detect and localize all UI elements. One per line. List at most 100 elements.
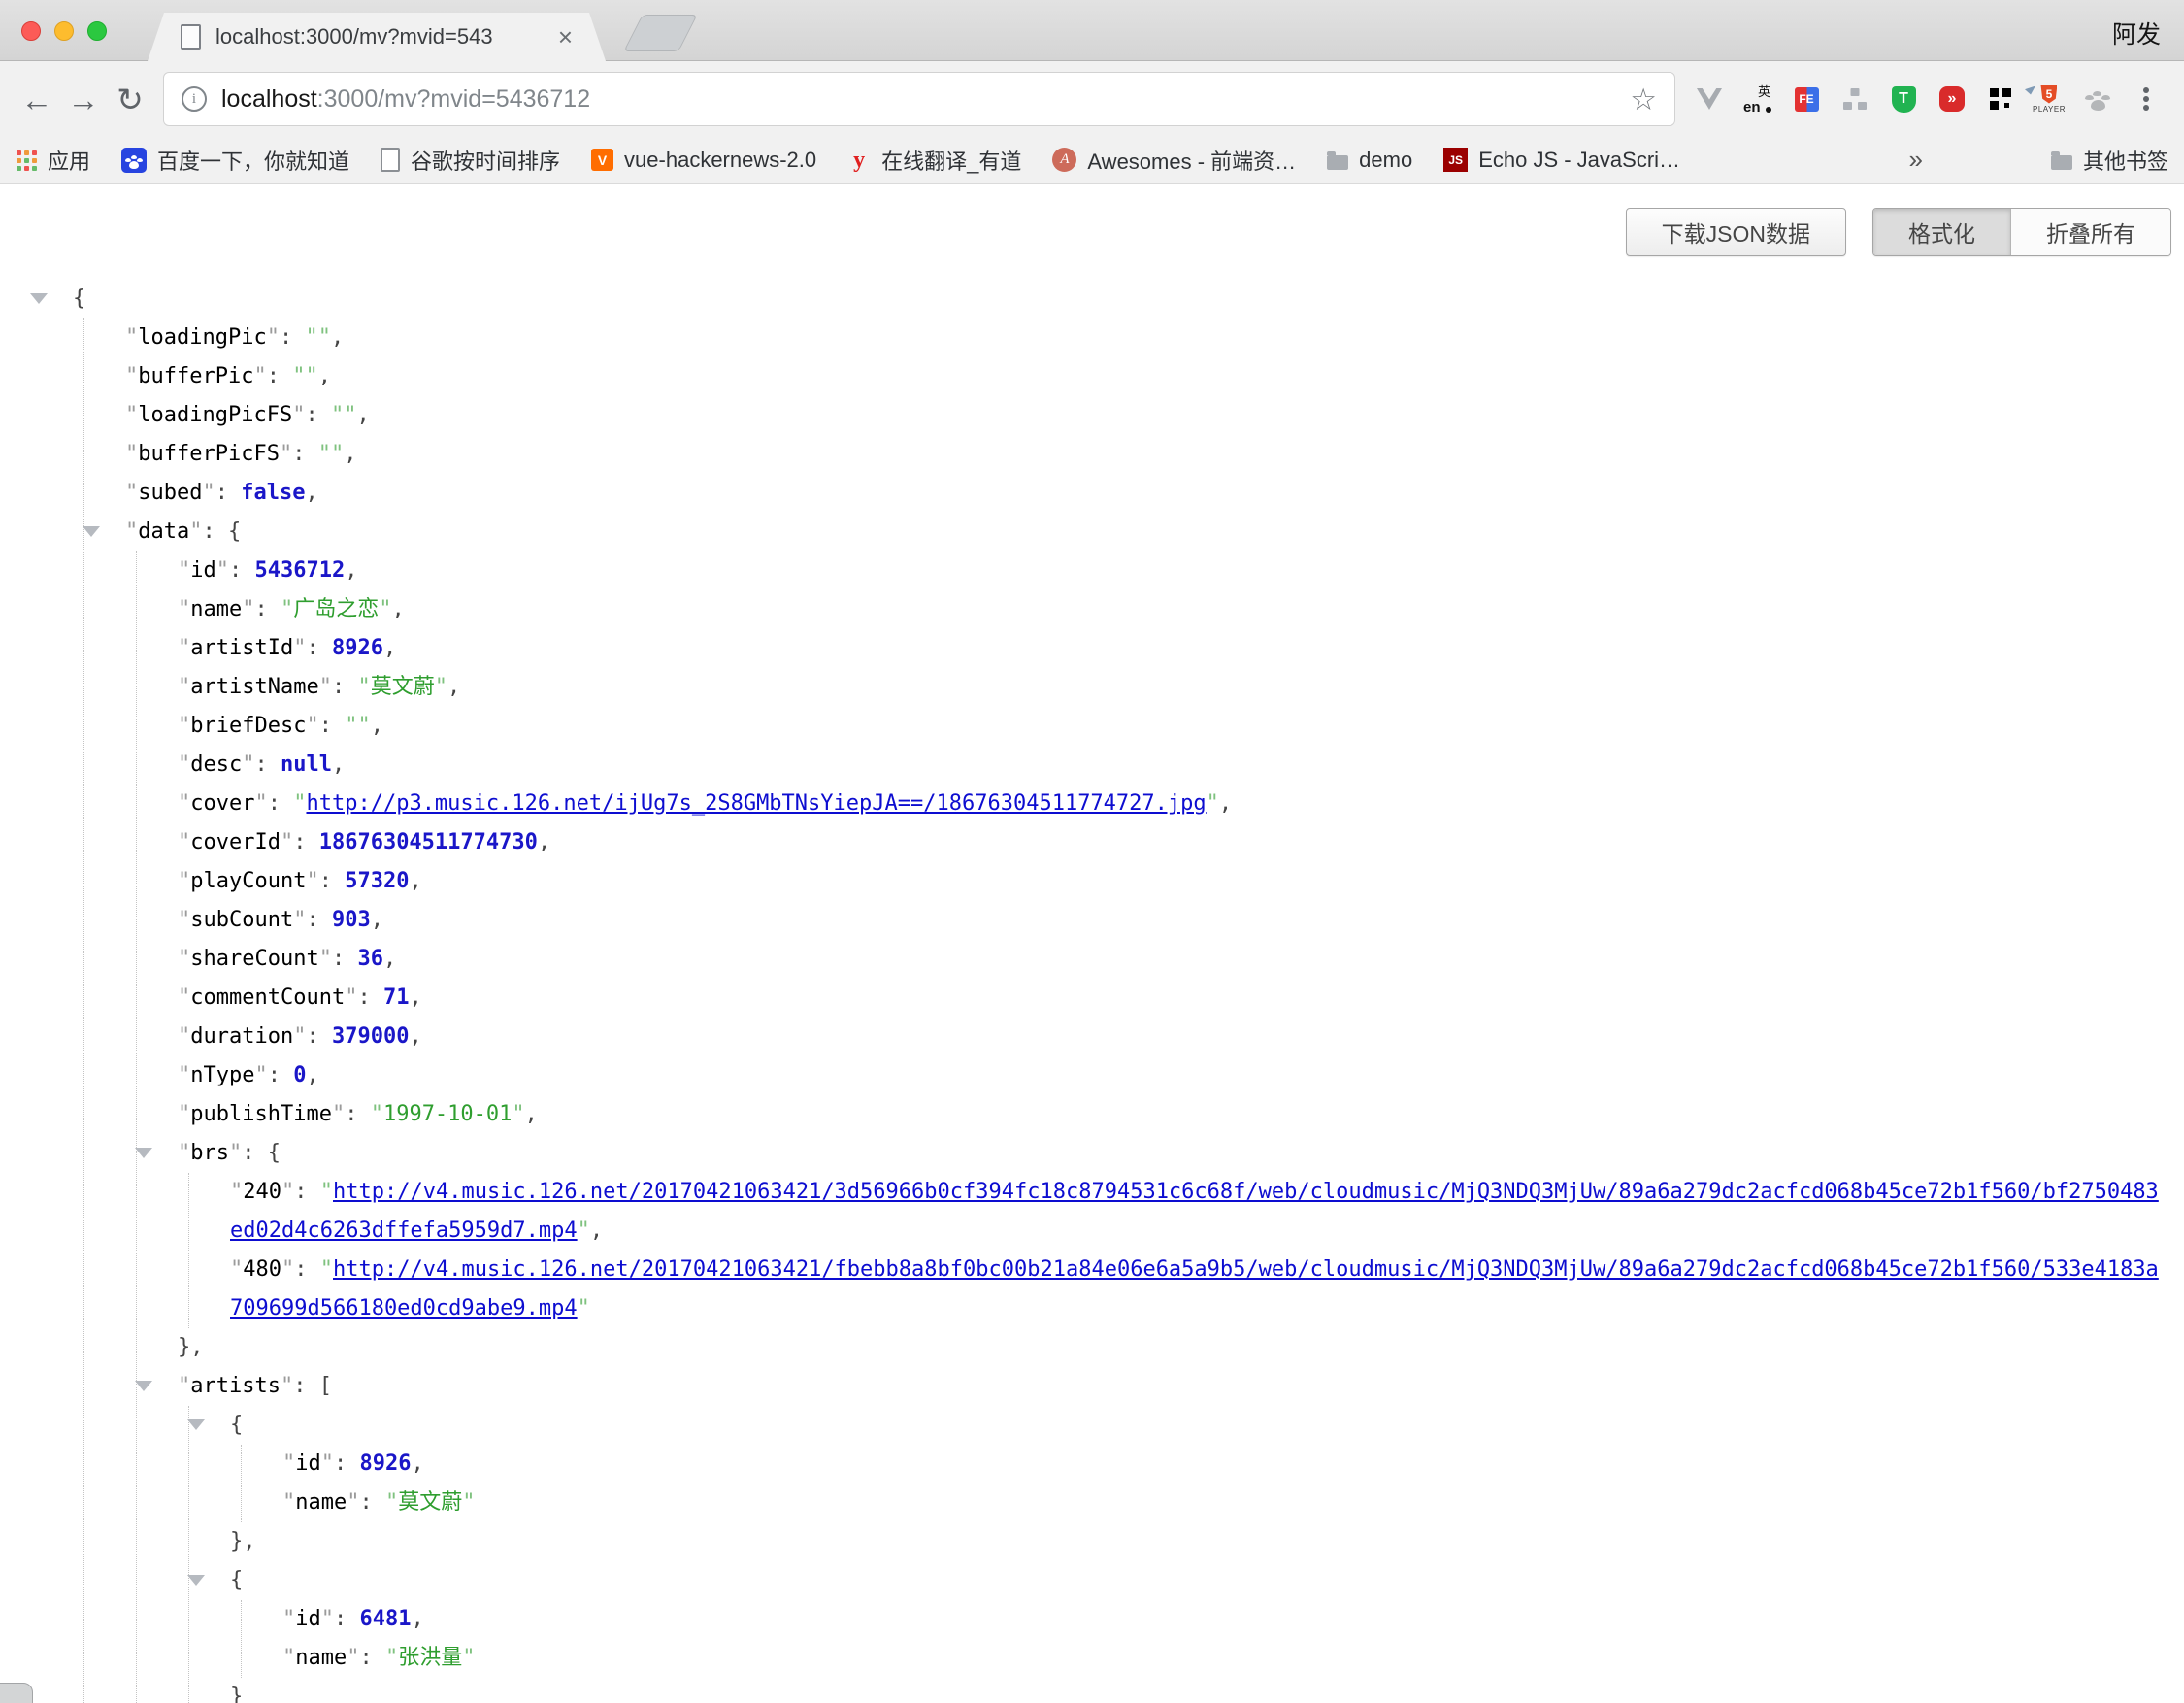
json-punctuation: :	[332, 947, 358, 971]
forward-button[interactable]: →	[60, 83, 107, 116]
bookmark-apps[interactable]: 应用	[16, 145, 90, 176]
zoom-window-button[interactable]	[87, 21, 107, 41]
collapse-toggle-icon[interactable]	[83, 526, 100, 537]
title-bar: localhost:3000/mv?mvid=543 × 阿发	[0, 0, 2184, 61]
json-punctuation: :	[202, 519, 228, 544]
bookmark-baidu[interactable]: 百度一下，你就知道	[121, 145, 349, 176]
json-punctuation: ,	[409, 985, 421, 1010]
json-punctuation: :	[359, 1490, 385, 1515]
back-button[interactable]: ←	[14, 83, 60, 116]
extension-translate-icon[interactable]: en英	[1734, 75, 1782, 123]
json-number-value: 18676304511774730	[319, 830, 538, 854]
json-punctuation: :	[242, 1141, 268, 1165]
bookmark-youdao-translate[interactable]: y在线翻译_有道	[847, 145, 1021, 176]
json-punctuation: ,	[331, 325, 344, 350]
json-line: "id": 8926,	[282, 1445, 2184, 1484]
extension-fe-icon[interactable]: FE	[1782, 75, 1831, 123]
bookmark-awesomes[interactable]: AAwesomes - 前端资…	[1052, 145, 1296, 176]
tshield-icon: T	[1892, 86, 1916, 113]
json-quote: "	[305, 364, 317, 388]
json-key: playCount	[190, 869, 306, 893]
tab-close-icon[interactable]: ×	[558, 24, 573, 50]
browser-tab[interactable]: localhost:3000/mv?mvid=543 ×	[148, 13, 606, 61]
page-info-icon[interactable]: i	[182, 86, 207, 112]
collapse-toggle-icon[interactable]	[187, 1419, 205, 1430]
profile-name[interactable]: 阿发	[2112, 16, 2161, 50]
json-link[interactable]: http://v4.music.126.net/20170421063421/3…	[230, 1180, 2159, 1243]
json-number-value: 6481	[360, 1607, 412, 1631]
json-punctuation: ,	[409, 869, 421, 893]
json-key: loadingPicFS	[138, 403, 292, 427]
json-link[interactable]: http://v4.music.126.net/20170421063421/f…	[230, 1257, 2159, 1320]
download-json-button[interactable]: 下载JSON数据	[1626, 208, 1846, 256]
bookmarks-overflow-chevron-icon[interactable]: »	[1898, 145, 1935, 175]
json-children: "id": 5436712,"name": "广岛之恋","artistId":…	[136, 551, 2184, 1703]
format-button[interactable]: 格式化	[1873, 209, 2010, 255]
json-key: desc	[190, 752, 242, 777]
json-children: "240": "http://v4.music.126.net/20170421…	[188, 1173, 2184, 1328]
json-line: "artists": [	[178, 1367, 2184, 1406]
json-quote: "	[512, 1102, 524, 1126]
extension-sitemap-icon[interactable]	[1831, 75, 1879, 123]
extension-h5-player-icon[interactable]: 5PLAYER	[2025, 75, 2073, 123]
json-key: artists	[190, 1374, 281, 1398]
json-punctuation: :	[215, 481, 242, 505]
json-quote: "	[281, 597, 293, 621]
bookmark-echo-js[interactable]: JSEcho JS - JavaScri…	[1443, 148, 1680, 173]
json-children: "id": 6481,"name": "张洪量"	[241, 1600, 2184, 1678]
json-quote: "	[305, 325, 317, 350]
json-quote: "	[178, 947, 190, 971]
fe-icon: FE	[1795, 87, 1819, 112]
json-punctuation: ,	[345, 558, 357, 583]
new-tab-button[interactable]	[623, 15, 697, 51]
bookmark-demo[interactable]: demo	[1327, 148, 1412, 173]
json-number-value: null	[281, 752, 332, 777]
address-bar[interactable]: i localhost:3000/mv?mvid=5436712 ☆	[163, 72, 1675, 126]
reload-button[interactable]: ↻	[107, 83, 153, 116]
json-quote: "	[178, 1102, 190, 1126]
json-line: "cover": "http://p3.music.126.net/ijUg7s…	[178, 785, 2184, 823]
bookmark-vue-hackernews[interactable]: Vvue-hackernews-2.0	[591, 148, 816, 173]
json-quote: "	[254, 1063, 267, 1087]
extension-browser-menu-icon[interactable]	[2122, 75, 2170, 123]
json-key: duration	[190, 1024, 293, 1049]
status-bubble	[0, 1683, 33, 1703]
collapse-toggle-icon[interactable]	[135, 1381, 152, 1391]
extension-video-speed-icon[interactable]: »	[1928, 75, 1976, 123]
json-quote: "	[125, 364, 138, 388]
json-punctuation: ,	[590, 1219, 603, 1243]
vuedev-icon	[1697, 88, 1722, 110]
bookmark-google-time-sort[interactable]: 谷歌按时间排序	[381, 145, 560, 176]
json-punctuation: ,	[538, 830, 550, 854]
collapse-all-button[interactable]: 折叠所有	[2010, 209, 2170, 255]
json-punctuation: {	[230, 1413, 243, 1437]
json-line: "240": "http://v4.music.126.net/20170421…	[230, 1173, 2184, 1251]
extension-security-shield-icon[interactable]: T	[1879, 75, 1928, 123]
json-quote: "	[230, 1180, 243, 1204]
bookmark-star-icon[interactable]: ☆	[1630, 84, 1657, 115]
extension-qr-code-icon[interactable]	[1976, 75, 2025, 123]
json-quote: "	[345, 714, 357, 738]
url-text: localhost:3000/mv?mvid=5436712	[221, 85, 590, 114]
json-key: data	[138, 519, 189, 544]
collapse-toggle-icon[interactable]	[30, 293, 48, 304]
other-bookmarks-button[interactable]: 其他书签	[2051, 145, 2168, 176]
json-link[interactable]: http://p3.music.126.net/ijUg7s_2S8GMbTNs…	[306, 791, 1206, 816]
json-punctuation: :	[293, 830, 319, 854]
json-number-value: 36	[357, 947, 383, 971]
json-quote: "	[292, 364, 305, 388]
url-path: :3000/mv?mvid=5436712	[317, 85, 590, 113]
minimize-window-button[interactable]	[54, 21, 74, 41]
extension-vue-devtools-icon[interactable]	[1685, 75, 1734, 123]
json-quote: "	[379, 597, 391, 621]
json-quote: "	[385, 1490, 398, 1515]
json-quote: "	[293, 1024, 306, 1049]
close-window-button[interactable]	[21, 21, 41, 41]
json-quote: "	[578, 1296, 590, 1320]
json-key: artistId	[190, 636, 293, 660]
collapse-toggle-icon[interactable]	[187, 1575, 205, 1586]
extension-paw-icon[interactable]	[2073, 75, 2122, 123]
collapse-toggle-icon[interactable]	[135, 1148, 152, 1158]
paw-icon	[2082, 84, 2113, 114]
json-punctuation: {	[268, 1141, 281, 1165]
